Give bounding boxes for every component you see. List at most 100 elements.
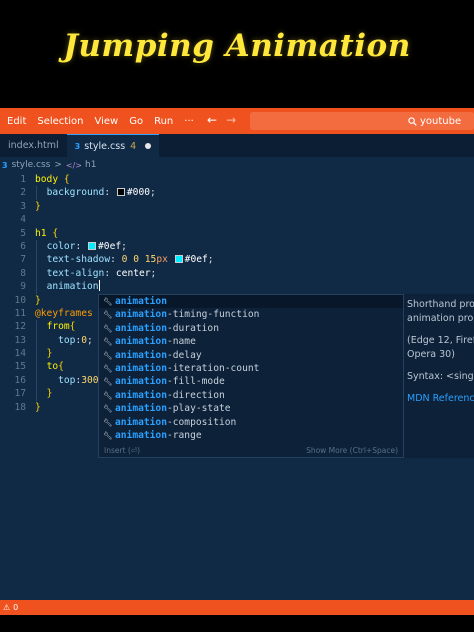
breadcrumb-symbol[interactable]: h1 [85, 160, 96, 170]
line-number: 12 [14, 321, 26, 333]
menu-go[interactable]: Go [129, 116, 143, 127]
warning-icon[interactable]: ⚠ [3, 603, 10, 612]
problem-count[interactable]: 0 [13, 603, 18, 612]
color-swatch-icon[interactable] [174, 255, 183, 264]
insert-hint[interactable]: Insert (⏎) [104, 446, 140, 455]
status-bar: ⚠ 0 [0, 600, 474, 615]
wrench-icon: 🔧︎ [103, 377, 113, 387]
nav-arrows: ← → [207, 113, 236, 127]
brace: { [58, 361, 64, 373]
suggestion-item[interactable]: 🔧︎ animation -delay [99, 349, 403, 362]
suggestion-rest: -composition [166, 416, 237, 428]
title-bar: Edit Selection View Go Run ··· ← → youtu… [0, 108, 474, 134]
at-rule: @keyframes [35, 307, 93, 319]
suggest-details-panel: Shorthand prop animation prop (Edge 12, … [404, 294, 474, 458]
suggest-widget: 🔧︎ animation 🔧︎ animation -timing-function 🔧︎… [98, 294, 404, 458]
semicolon: ; [121, 240, 127, 252]
tab-label: style.css [84, 140, 126, 152]
line-number: 18 [14, 401, 26, 413]
suggestion-match: animation [115, 416, 167, 428]
number: 300 [81, 374, 99, 386]
breadcrumb: 3 style.css > </> h1 [0, 157, 474, 173]
code-line-5: h1 { [35, 227, 214, 240]
suggestion-item[interactable]: 🔧︎ animation -play-state [99, 402, 403, 415]
suggestion-item[interactable]: 🔧︎ animation -composition [99, 416, 403, 429]
brace: } [35, 294, 41, 306]
suggestion-item[interactable]: 🔧︎ animation -iteration-count [99, 362, 403, 375]
code-line-7: text-shadow: 0 0 15px #0ef; [35, 253, 214, 266]
brace: { [69, 321, 76, 333]
menu-selection[interactable]: Selection [37, 116, 83, 127]
property: text-shadow [46, 254, 111, 266]
back-arrow-icon[interactable]: ← [207, 113, 217, 127]
tab-index-html[interactable]: index.html [0, 134, 67, 157]
suggestion-rest: -direction [166, 389, 225, 401]
line-number: 9 [20, 281, 26, 293]
editor-tabs: index.html 3 style.css 4 [0, 134, 474, 157]
docs-text: Shorthand prop [407, 299, 474, 310]
wrench-icon: 🔧︎ [103, 310, 113, 320]
number: 0 0 15 [121, 254, 157, 266]
brace: } [46, 388, 53, 400]
unsaved-dot-icon[interactable] [145, 143, 152, 149]
tab-style-css[interactable]: 3 style.css 4 [66, 134, 160, 157]
brace: { [52, 227, 59, 239]
suggestion-item[interactable]: 🔧︎ animation -duration [99, 322, 403, 335]
suggestion-rest: -timing-function [166, 309, 260, 321]
tab-label: index.html [8, 140, 59, 151]
color-swatch-icon[interactable] [116, 188, 125, 197]
suggestion-rest: -iteration-count [166, 362, 260, 374]
suggestion-match: animation [115, 403, 167, 415]
search-text: youtube [420, 115, 462, 127]
bottom-band [0, 615, 474, 632]
semicolon: ; [150, 267, 157, 279]
unit: px [156, 254, 168, 266]
css3-icon: 3 [74, 141, 81, 151]
line-number: 3 [20, 200, 26, 212]
suggestion-match: animation [115, 322, 167, 334]
suggestion-item[interactable]: 🔧︎ animation -fill-mode [99, 375, 403, 388]
line-number: 5 [20, 227, 26, 239]
brace: } [46, 348, 53, 360]
suggestion-item[interactable]: 🔧︎ animation -direction [99, 389, 403, 402]
menu-view[interactable]: View [94, 116, 118, 127]
code-editor[interactable]: 1 2 3 4 5 6 7 8 9 10 11 12 13 14 15 16 17 18 body { backg… [0, 173, 474, 600]
docs-syntax: Syntax: <single [407, 371, 474, 382]
mdn-reference-link[interactable]: MDN Reference [407, 392, 474, 406]
semicolon: ; [207, 254, 214, 266]
suggest-footer: Insert (⏎) Show More (Ctrl+Space) [99, 443, 403, 457]
property: top [58, 374, 76, 386]
semicolon: ; [87, 334, 93, 346]
suggestion-item[interactable]: 🔧︎ animation -range [99, 429, 403, 442]
menu-more[interactable]: ··· [184, 116, 194, 127]
wrench-icon: 🔧︎ [103, 323, 113, 333]
value: #000 [126, 187, 150, 199]
wrench-icon: 🔧︎ [103, 350, 113, 360]
menu-run[interactable]: Run [154, 116, 173, 127]
suggestion-item[interactable]: 🔧︎ animation [99, 295, 403, 309]
line-number: 11 [14, 307, 26, 319]
suggestion-item[interactable]: 🔧︎ animation -timing-function [99, 308, 403, 321]
docs-text: Opera 30) [407, 349, 455, 360]
breadcrumb-file[interactable]: style.css [12, 160, 51, 170]
line-number: 13 [14, 334, 26, 346]
suggestion-item[interactable]: 🔧︎ animation -name [99, 335, 403, 348]
show-more-hint[interactable]: Show More (Ctrl+Space) [306, 446, 398, 455]
line-number: 16 [14, 374, 26, 386]
suggestion-match: animation [115, 362, 167, 374]
forward-arrow-icon[interactable]: → [226, 113, 236, 127]
brace: } [35, 401, 41, 413]
command-center-search[interactable]: youtube [250, 112, 474, 130]
code-line-6: color: #0ef; [35, 240, 214, 253]
property-typed: animation [46, 281, 99, 293]
menu-edit[interactable]: Edit [7, 116, 26, 127]
code-line-9: animation [35, 280, 214, 293]
suggestion-rest: -play-state [166, 403, 231, 415]
suggestion-match: animation [115, 349, 167, 361]
color-swatch-icon[interactable] [88, 241, 97, 250]
selector-icon: </> [65, 160, 83, 170]
line-number: 2 [20, 187, 26, 199]
suggestion-match: animation [115, 336, 167, 348]
value: center [115, 267, 151, 279]
